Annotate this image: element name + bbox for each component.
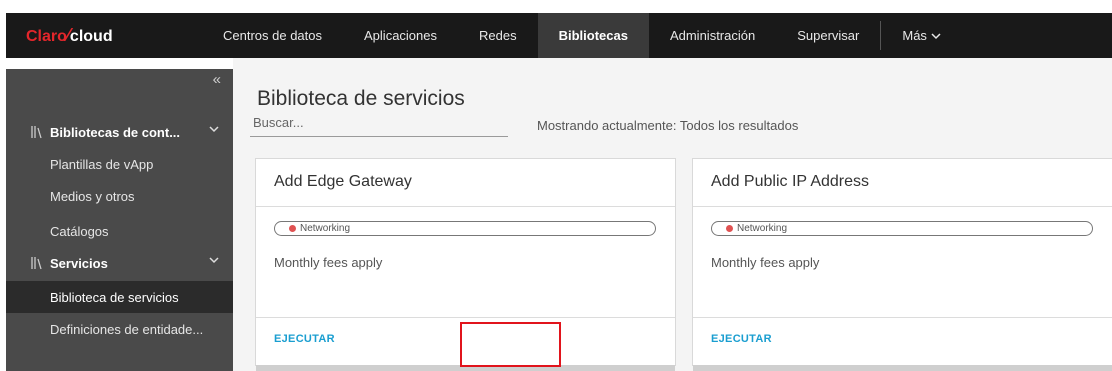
library-icon	[31, 126, 42, 139]
app-root: Claro ⁄ cloud Centros de datos Aplicacione…	[0, 0, 1112, 371]
sidebar-item-label: Definiciones de entidade...	[50, 321, 204, 337]
chevron-down-icon	[209, 257, 219, 264]
nav-aplicaciones[interactable]: Aplicaciones	[343, 13, 458, 58]
collapse-sidebar-icon[interactable]: «	[213, 71, 221, 88]
tag-label: Networking	[300, 223, 351, 234]
networking-tag: Networking	[711, 221, 1093, 236]
main-content: Biblioteca de servicios Buscar... Mostra…	[233, 58, 1112, 371]
sidebar: « Bibliotecas de cont... Plantillas de v…	[6, 69, 233, 371]
service-card-public-ip: Add Public IP Address Networking Monthly…	[692, 158, 1112, 371]
nav-more-label: Más	[902, 28, 927, 43]
card-shadow	[693, 365, 1112, 371]
card-divider	[256, 206, 675, 207]
top-navigation: Claro ⁄ cloud Centros de datos Aplicacione…	[0, 0, 1112, 58]
brand-logo[interactable]: Claro ⁄ cloud	[6, 25, 202, 46]
networking-icon	[289, 225, 296, 232]
chevron-down-icon	[931, 32, 941, 39]
chevron-down-icon	[209, 126, 219, 133]
sidebar-item-label: Plantillas de vApp	[50, 156, 154, 172]
nav-centros-de-datos[interactable]: Centros de datos	[202, 13, 343, 58]
card-title: Add Edge Gateway	[274, 173, 412, 190]
nav-supervisar[interactable]: Supervisar	[776, 13, 880, 58]
sidebar-item-label: Catálogos	[50, 223, 109, 239]
card-description: Monthly fees apply	[274, 255, 383, 270]
nav-bibliotecas[interactable]: Bibliotecas	[537, 13, 649, 58]
service-card-edge-gateway: Add Edge Gateway Networking Monthly fees…	[255, 158, 676, 371]
ejecutar-button[interactable]: EJECUTAR	[711, 333, 772, 345]
card-divider	[256, 317, 675, 318]
card-divider	[693, 317, 1112, 318]
nav-more-menu[interactable]: Más	[881, 13, 962, 58]
card-title: Add Public IP Address	[711, 173, 870, 190]
results-filter-text: Mostrando actualmente: Todos los resulta…	[537, 118, 799, 133]
sidebar-item-catalogos[interactable]: Catálogos	[6, 215, 233, 247]
library-icon	[31, 257, 42, 270]
nav-administracion[interactable]: Administración	[649, 13, 776, 58]
networking-icon	[726, 225, 733, 232]
page-title: Biblioteca de servicios	[257, 87, 465, 110]
top-navigation-bar: Claro ⁄ cloud Centros de datos Aplicacione…	[6, 13, 1112, 58]
card-description: Monthly fees apply	[711, 255, 820, 270]
sidebar-item-label: Biblioteca de servicios	[50, 289, 179, 305]
sidebar-group-servicios[interactable]: Servicios	[6, 247, 233, 279]
sidebar-item-label: Medios y otros	[50, 188, 135, 204]
tag-label: Networking	[737, 223, 788, 234]
brand-claro: Claro	[26, 28, 67, 45]
brand-cloud: cloud	[69, 28, 113, 45]
nav-redes[interactable]: Redes	[458, 13, 538, 58]
card-shadow	[256, 365, 675, 371]
search-input[interactable]: Buscar...	[250, 113, 508, 137]
sidebar-item-definiciones-entidades[interactable]: Definiciones de entidade...	[6, 313, 233, 345]
card-divider	[693, 206, 1112, 207]
ejecutar-button[interactable]: EJECUTAR	[274, 333, 335, 345]
sidebar-item-biblioteca-servicios[interactable]: Biblioteca de servicios	[6, 281, 233, 313]
networking-tag: Networking	[274, 221, 656, 236]
sidebar-group-label: Servicios	[50, 255, 108, 271]
sidebar-item-medios[interactable]: Medios y otros	[6, 180, 233, 212]
sidebar-item-plantillas-vapp[interactable]: Plantillas de vApp	[6, 148, 233, 180]
sidebar-group-bibliotecas[interactable]: Bibliotecas de cont...	[6, 116, 233, 148]
main-nav: Centros de datos Aplicaciones Redes Bibl…	[202, 13, 962, 58]
